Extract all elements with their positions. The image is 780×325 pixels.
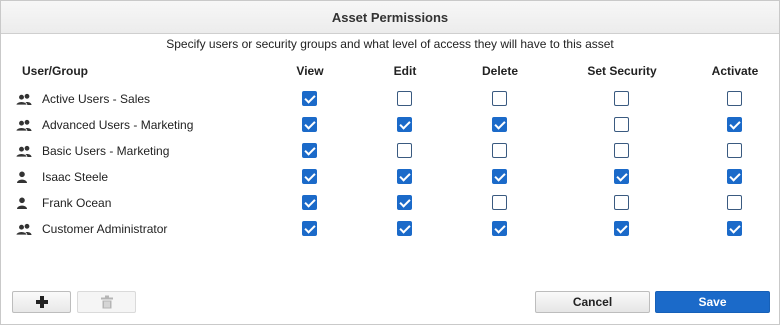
checkbox-view[interactable] bbox=[302, 195, 317, 210]
checkbox-view[interactable] bbox=[302, 169, 317, 184]
delete-button[interactable] bbox=[77, 291, 136, 313]
checkbox-edit[interactable] bbox=[397, 195, 412, 210]
asset-permissions-dialog: Asset Permissions Specify users or secur… bbox=[0, 0, 780, 325]
user-icon bbox=[16, 197, 32, 209]
table-row: Customer Administrator bbox=[1, 219, 779, 239]
column-header-set-security: Set Security bbox=[587, 64, 657, 78]
table-row: Frank Ocean bbox=[1, 193, 779, 213]
checkbox-edit[interactable] bbox=[397, 221, 412, 236]
checkbox-activate[interactable] bbox=[727, 91, 742, 106]
dialog-subtitle: Specify users or security groups and wha… bbox=[166, 37, 614, 51]
checkbox-set-security[interactable] bbox=[614, 195, 629, 210]
checkbox-edit[interactable] bbox=[397, 117, 412, 132]
checkbox-delete[interactable] bbox=[492, 221, 507, 236]
checkbox-activate[interactable] bbox=[727, 169, 742, 184]
column-header-delete: Delete bbox=[481, 64, 519, 78]
checkbox-activate[interactable] bbox=[727, 195, 742, 210]
checkbox-delete[interactable] bbox=[492, 195, 507, 210]
checkbox-delete[interactable] bbox=[492, 91, 507, 106]
checkbox-view[interactable] bbox=[302, 221, 317, 236]
checkbox-edit[interactable] bbox=[397, 143, 412, 158]
save-button[interactable]: Save bbox=[655, 291, 770, 313]
group-icon bbox=[15, 93, 32, 106]
checkbox-edit[interactable] bbox=[397, 91, 412, 106]
checkbox-activate[interactable] bbox=[727, 221, 742, 236]
row-name: Customer Administrator bbox=[42, 222, 168, 236]
checkbox-activate[interactable] bbox=[727, 117, 742, 132]
checkbox-activate[interactable] bbox=[727, 143, 742, 158]
group-icon bbox=[15, 119, 32, 132]
cancel-button[interactable]: Cancel bbox=[535, 291, 650, 313]
row-name: Frank Ocean bbox=[42, 196, 112, 210]
row-name: Isaac Steele bbox=[42, 170, 109, 184]
checkbox-view[interactable] bbox=[302, 143, 317, 158]
column-header-view: View bbox=[296, 64, 324, 78]
column-header-activate: Activate bbox=[711, 64, 759, 78]
column-header-edit: Edit bbox=[393, 64, 417, 78]
table-row: Active Users - Sales bbox=[1, 89, 779, 109]
column-header-user-group: User/Group bbox=[22, 64, 89, 78]
checkbox-set-security[interactable] bbox=[614, 117, 629, 132]
row-name: Advanced Users - Marketing bbox=[42, 118, 194, 132]
checkbox-edit[interactable] bbox=[397, 169, 412, 184]
checkbox-set-security[interactable] bbox=[614, 91, 629, 106]
group-icon bbox=[15, 145, 32, 158]
checkbox-set-security[interactable] bbox=[614, 143, 629, 158]
checkbox-view[interactable] bbox=[302, 117, 317, 132]
table-header: User/Group View Edit Delete Set Security… bbox=[1, 64, 779, 80]
dialog-title: Asset Permissions bbox=[1, 1, 779, 34]
trash-icon bbox=[100, 295, 113, 309]
checkbox-delete[interactable] bbox=[492, 117, 507, 132]
add-button[interactable] bbox=[12, 291, 71, 313]
table-row: Advanced Users - Marketing bbox=[1, 115, 779, 135]
table-row: Basic Users - Marketing bbox=[1, 141, 779, 161]
plus-icon bbox=[35, 296, 48, 308]
group-icon bbox=[15, 223, 32, 236]
checkbox-set-security[interactable] bbox=[614, 169, 629, 184]
checkbox-view[interactable] bbox=[302, 91, 317, 106]
table-row: Isaac Steele bbox=[1, 167, 779, 187]
checkbox-delete[interactable] bbox=[492, 169, 507, 184]
user-icon bbox=[16, 171, 32, 183]
row-name: Basic Users - Marketing bbox=[42, 144, 170, 158]
checkbox-set-security[interactable] bbox=[614, 221, 629, 236]
row-name: Active Users - Sales bbox=[42, 92, 151, 106]
checkbox-delete[interactable] bbox=[492, 143, 507, 158]
